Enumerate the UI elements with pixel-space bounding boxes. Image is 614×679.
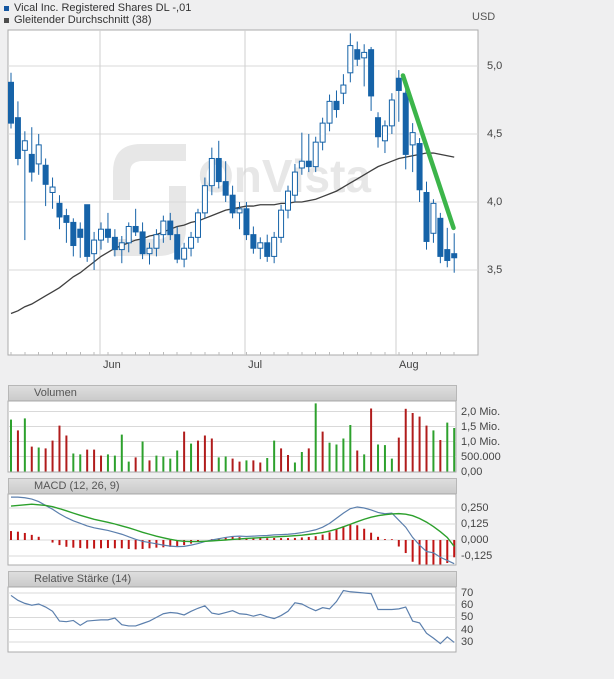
volume-panel-title: Volumen	[34, 387, 77, 399]
macd-panel-title: MACD (12, 26, 9)	[34, 480, 120, 492]
volume-axis-label: 1,5 Mio.	[461, 420, 501, 433]
stock-chart-app: Vical Inc. Registered Shares DL -,01 Gle…	[0, 0, 614, 679]
rsi-panel-header: Relative Stärke (14)	[8, 571, 457, 587]
month-label: Aug	[399, 359, 419, 371]
volume-axis-label: 2,0 Mio.	[461, 405, 501, 418]
rsi-axis-label: 40	[461, 623, 474, 636]
month-label: Jun	[102, 359, 121, 371]
price-axis-label: 3,5	[487, 264, 503, 276]
macd-axis-label: -0,125	[461, 550, 493, 562]
macd-axis-label: 0,000	[461, 534, 489, 546]
volume-axis-label: 500.000	[461, 450, 501, 463]
rsi-axis-label: 70	[461, 587, 474, 599]
rsi-axis-label: 30	[461, 635, 474, 648]
volume-axis-label: 0,00	[461, 465, 483, 478]
macd-axis-label: 0,250	[461, 502, 489, 514]
rsi-axis-label: 50	[461, 611, 474, 624]
volume-axis-label: 1,0 Mio.	[461, 435, 501, 448]
price-axis-label: 4,5	[487, 128, 503, 140]
rsi-panel-title: Relative Stärke (14)	[34, 573, 132, 585]
volume-panel-header: Volumen	[8, 385, 457, 401]
price-axis-label: 4,0	[487, 196, 503, 208]
month-label: Jul	[248, 359, 263, 371]
macd-axis-label: 0,125	[461, 518, 489, 530]
macd-panel-header: MACD (12, 26, 9)	[8, 478, 457, 494]
price-axis-label: 5,0	[487, 60, 503, 72]
rsi-axis-label: 60	[461, 599, 474, 612]
